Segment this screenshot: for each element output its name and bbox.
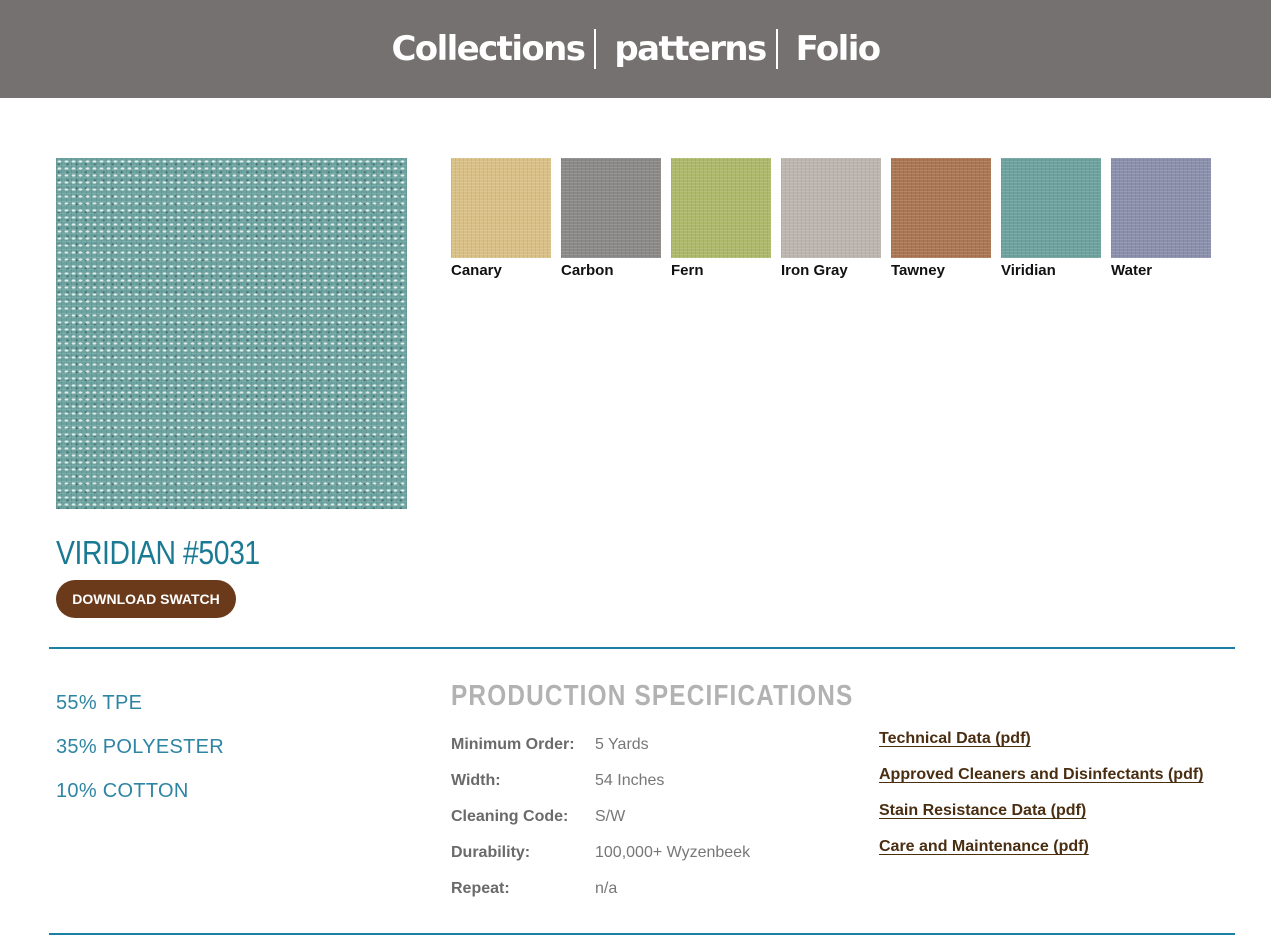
colorway-iron-gray[interactable]: Iron Gray bbox=[781, 158, 881, 280]
spec-label: Minimum Order: bbox=[451, 736, 575, 753]
colorway-swatch[interactable] bbox=[1001, 158, 1101, 258]
colorway-name[interactable]: Canary bbox=[451, 262, 551, 280]
production-specs-table: Minimum Order: 5 Yards Width: 54 Inches … bbox=[451, 727, 750, 907]
colorway-name[interactable]: Tawney bbox=[891, 262, 991, 280]
colorway-swatch[interactable] bbox=[891, 158, 991, 258]
product-color-title: VIRIDIAN #5031 bbox=[56, 534, 260, 571]
care-maintenance-pdf-link[interactable]: Care and Maintenance (pdf) bbox=[879, 835, 1204, 871]
stain-resistance-pdf-link[interactable]: Stain Resistance Data (pdf) bbox=[879, 799, 1204, 835]
section-divider bbox=[49, 647, 1235, 649]
colorway-swatch[interactable] bbox=[1111, 158, 1211, 258]
spec-label: Width: bbox=[451, 772, 501, 789]
fiber-content-item: 10% COTTON bbox=[56, 780, 189, 802]
approved-cleaners-pdf-link[interactable]: Approved Cleaners and Disinfectants (pdf… bbox=[879, 763, 1204, 799]
colorway-swatch[interactable] bbox=[781, 158, 881, 258]
colorway-name[interactable]: Fern bbox=[671, 262, 771, 280]
fiber-content-list: 55% TPE 35% POLYESTER 10% COTTON bbox=[56, 688, 224, 820]
site-header: Collections patterns Folio bbox=[0, 0, 1271, 98]
spec-value: S/W bbox=[595, 808, 626, 825]
colorway-swatch[interactable] bbox=[671, 158, 771, 258]
technical-data-pdf-link[interactable]: Technical Data (pdf) bbox=[879, 727, 1204, 763]
colorway-name[interactable]: Viridian bbox=[1001, 262, 1101, 280]
nav-divider bbox=[594, 29, 597, 69]
colorway-canary[interactable]: Canary bbox=[451, 158, 551, 280]
colorway-list: Canary Carbon Fern Iron Gray Tawney Viri… bbox=[451, 158, 1211, 280]
section-divider bbox=[49, 933, 1235, 935]
colorway-name[interactable]: Water bbox=[1111, 262, 1211, 280]
spec-label: Cleaning Code: bbox=[451, 808, 569, 825]
spec-row: Durability: 100,000+ Wyzenbeek bbox=[451, 835, 750, 871]
colorway-water[interactable]: Water bbox=[1111, 158, 1211, 280]
production-specs-heading: PRODUCTION SPECIFICATIONS bbox=[451, 680, 854, 712]
colorway-viridian[interactable]: Viridian bbox=[1001, 158, 1101, 280]
spec-row: Minimum Order: 5 Yards bbox=[451, 727, 750, 763]
fiber-content-item: 55% TPE bbox=[56, 692, 143, 714]
colorway-name[interactable]: Carbon bbox=[561, 262, 661, 280]
colorway-name[interactable]: Iron Gray bbox=[781, 262, 881, 280]
nav-collections-link[interactable]: Collections bbox=[391, 28, 586, 70]
download-swatch-button[interactable]: DOWNLOAD SWATCH bbox=[56, 580, 236, 618]
spec-value: 100,000+ Wyzenbeek bbox=[595, 844, 751, 861]
spec-row: Repeat: n/a bbox=[451, 871, 750, 907]
spec-row: Width: 54 Inches bbox=[451, 763, 750, 799]
colorway-fern[interactable]: Fern bbox=[671, 158, 771, 280]
spec-value: n/a bbox=[595, 880, 618, 897]
top-nav: Collections patterns Folio bbox=[0, 24, 1271, 74]
colorway-swatch[interactable] bbox=[451, 158, 551, 258]
colorway-swatch[interactable] bbox=[561, 158, 661, 258]
spec-label: Repeat: bbox=[451, 880, 510, 897]
main-swatch-image bbox=[56, 158, 407, 509]
colorway-carbon[interactable]: Carbon bbox=[561, 158, 661, 280]
fiber-content-item: 35% POLYESTER bbox=[56, 736, 225, 758]
spec-label: Durability: bbox=[451, 844, 531, 861]
nav-folio-link[interactable]: Folio bbox=[796, 28, 881, 70]
nav-divider bbox=[775, 29, 778, 69]
nav-patterns-link[interactable]: patterns bbox=[614, 28, 767, 70]
spec-row: Cleaning Code: S/W bbox=[451, 799, 750, 835]
document-links: Technical Data (pdf) Approved Cleaners a… bbox=[879, 727, 1204, 871]
spec-value: 54 Inches bbox=[595, 772, 665, 789]
colorway-tawney[interactable]: Tawney bbox=[891, 158, 991, 280]
spec-value: 5 Yards bbox=[595, 736, 649, 753]
